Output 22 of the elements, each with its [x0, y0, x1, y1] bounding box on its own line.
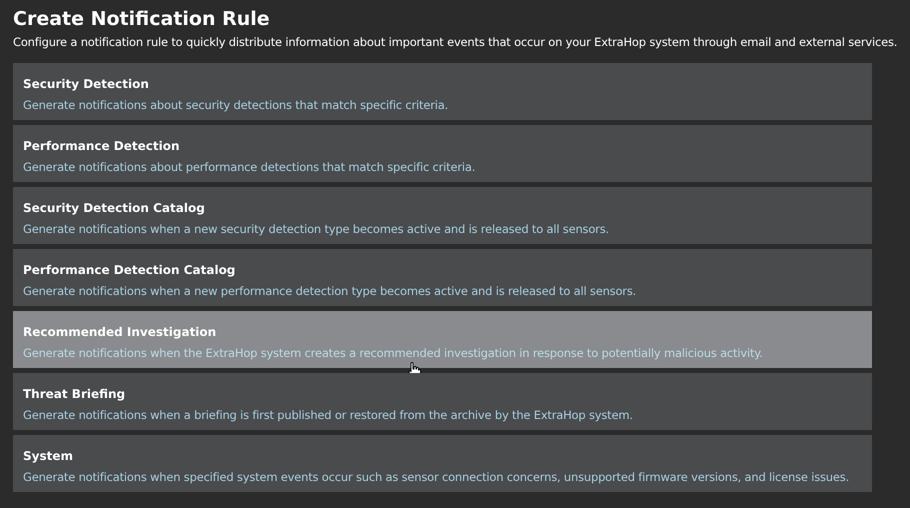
rule-description: Generate notifications about security detections that match specific criteria. [23, 97, 450, 113]
rule-option[interactable]: Threat Briefing Generate notifications when a briefing is first published or restored from the archive by the ExtraHop system. [13, 373, 872, 430]
rule-name: Security Detection Catalog [23, 200, 206, 216]
rule-description: Generate notifications when a briefing is first published or restored from the archive by the ExtraHop system. [23, 407, 634, 423]
rule-name: Performance Detection Catalog [23, 262, 236, 278]
rule-name: Threat Briefing [23, 386, 126, 402]
rule-name: System [23, 448, 74, 464]
rule-name: Performance Detection [23, 138, 181, 154]
rule-description: Generate notifications when specified system events occur such as sensor connection concerns, unsupported firmware versions, and license issues. [23, 469, 850, 485]
rule-name: Recommended Investigation [23, 324, 218, 340]
rule-option[interactable]: Security Detection Generate notifications about security detections that match specific criteria. [13, 63, 872, 120]
rule-name: Security Detection [23, 76, 150, 92]
page-description: Configure a notification rule to quickly distribute information about important events that occur on your ExtraHop system through email and external services. [13, 34, 897, 50]
rule-description: Generate notifications about performance detections that match specific criteria. [23, 159, 476, 175]
rule-description: Generate notifications when the ExtraHop system creates a recommended investigation in response to potentially malicious activity. [23, 345, 764, 361]
rule-option[interactable]: Performance Detection Catalog Generate notifications when a new performance detection type becomes active and is released to all sensors. [13, 249, 872, 306]
page-title: Create Notification Rule [13, 7, 271, 32]
rule-description: Generate notifications when a new security detection type becomes active and is released to all sensors. [23, 221, 610, 237]
rule-description: Generate notifications when a new performance detection type becomes active and is released to all sensors. [23, 283, 638, 299]
rule-option[interactable]: System Generate notifications when specified system events occur such as sensor connection concerns, unsupported firmware versions, and license issues. [13, 435, 872, 492]
rule-option[interactable]: Performance Detection Generate notifications about performance detections that match specific criteria. [13, 125, 872, 182]
rule-option[interactable]: Security Detection Catalog Generate notifications when a new security detection type becomes active and is released to all sensors. [13, 187, 872, 244]
